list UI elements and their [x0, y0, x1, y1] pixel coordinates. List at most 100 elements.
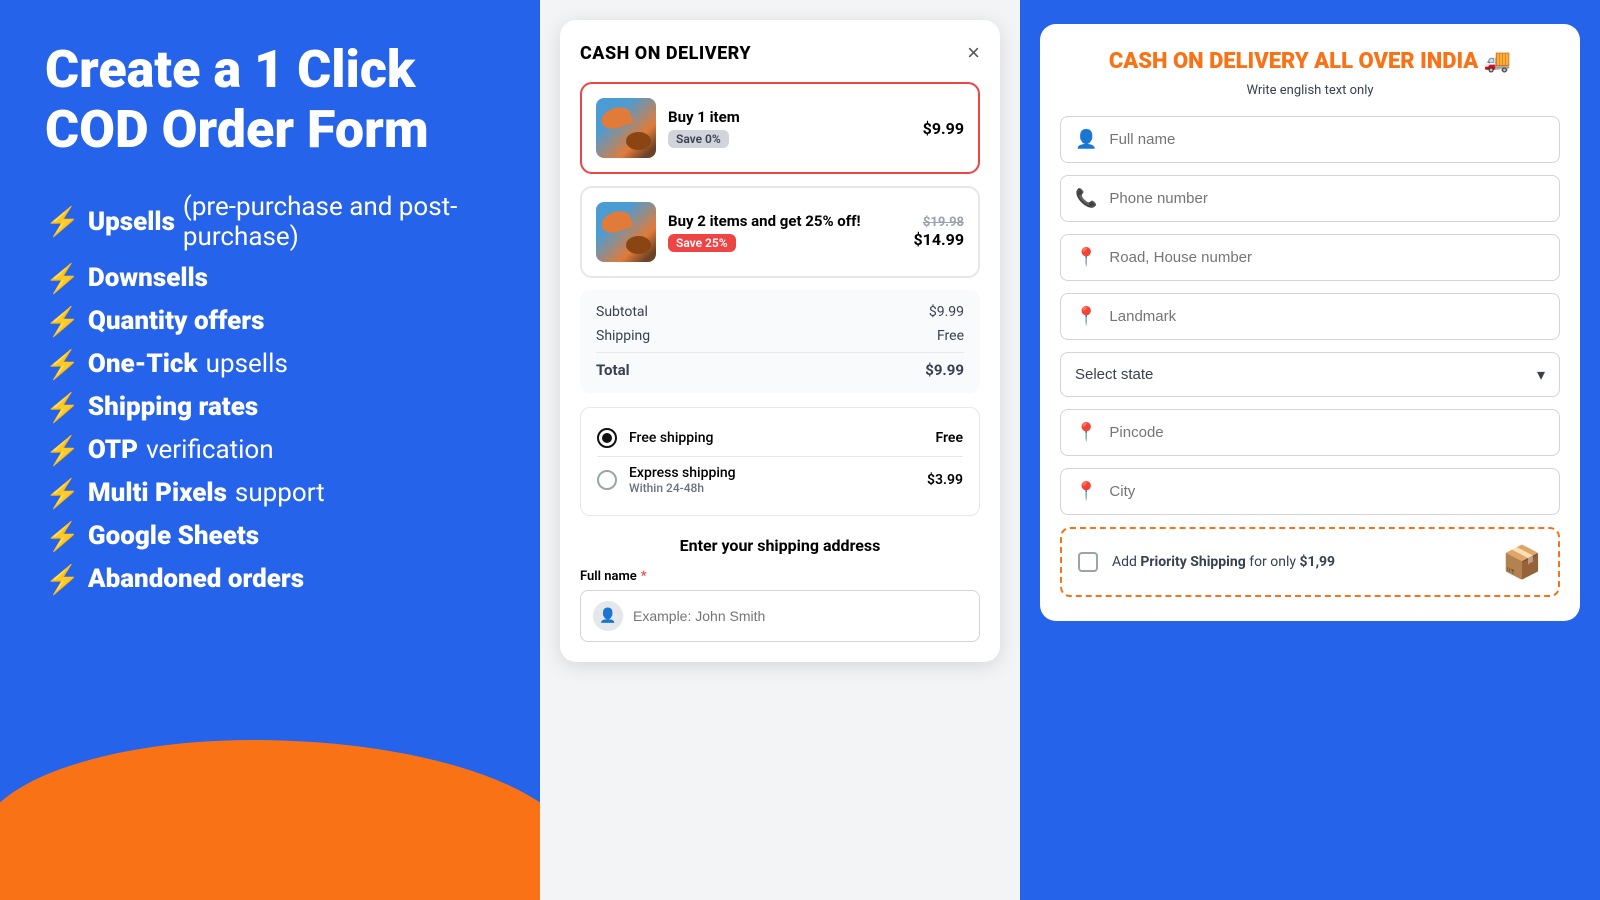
- save-badge-2: Save 25%: [668, 234, 736, 252]
- feature-pixels: ⚡ Multi Pixels support: [45, 477, 495, 510]
- summary-total: Total $9.99: [596, 352, 964, 379]
- priority-checkbox[interactable]: [1078, 552, 1098, 572]
- feature-bold: Quantity offers: [88, 306, 265, 336]
- feature-downsells: ⚡ Downsells: [45, 262, 495, 295]
- city-input[interactable]: [1109, 483, 1545, 500]
- shipping-sublabel: Within 24-48h: [629, 481, 915, 495]
- shipping-express-name: Express shipping: [629, 465, 736, 481]
- road-field[interactable]: 📍: [1060, 234, 1560, 281]
- pincode-field[interactable]: 📍: [1060, 409, 1560, 456]
- phone-field[interactable]: 📞: [1060, 175, 1560, 222]
- address-title: Enter your shipping address: [580, 536, 980, 555]
- product-price-1: $9.99: [923, 119, 964, 138]
- close-button[interactable]: ×: [967, 40, 980, 66]
- phone-input[interactable]: [1109, 190, 1545, 207]
- feature-bold: OTP: [88, 435, 138, 465]
- feature-bold: Shipping rates: [88, 392, 258, 422]
- location-icon: 📍: [1075, 422, 1097, 443]
- shipping-label-free: Free shipping: [629, 430, 924, 446]
- fullname-input[interactable]: [633, 608, 967, 624]
- shipping-options: Free shipping Free Express shipping With…: [580, 407, 980, 516]
- bolt-icon: ⚡: [45, 305, 80, 338]
- person-icon: 👤: [593, 601, 623, 631]
- total-value: $9.99: [925, 361, 964, 379]
- bolt-icon: ⚡: [45, 348, 80, 381]
- left-panel: Create a 1 Click COD Order Form ⚡ Upsell…: [0, 0, 540, 900]
- radio-free[interactable]: [597, 428, 617, 448]
- feature-otp: ⚡ OTP verification: [45, 434, 495, 467]
- shipping-price-express: $3.99: [927, 472, 963, 488]
- bolt-icon: ⚡: [45, 563, 80, 596]
- feature-quantity: ⚡ Quantity offers: [45, 305, 495, 338]
- landmark-input[interactable]: [1109, 308, 1545, 325]
- priority-shipping-box[interactable]: Add Priority Shipping for only $1,99 📦: [1060, 527, 1560, 597]
- modal-title: CASH ON DELIVERY: [580, 43, 751, 64]
- cod-card: CASH ON DELIVERY ALL OVER INDIA 🚚 Write …: [1040, 24, 1580, 621]
- feature-bold: Downsells: [88, 263, 208, 293]
- priority-text: Add Priority Shipping for only $1,99: [1112, 554, 1488, 570]
- save-badge-1: Save 0%: [668, 130, 729, 148]
- fullname-label: Full name *: [580, 569, 980, 584]
- phone-icon: 📞: [1075, 188, 1097, 209]
- feature-normal: support: [235, 478, 325, 508]
- road-input[interactable]: [1109, 249, 1545, 266]
- cod-modal: CASH ON DELIVERY × Buy 1 item Save 0% $9…: [560, 20, 1000, 662]
- feature-normal: verification: [146, 435, 274, 465]
- shipping-value: Free: [937, 328, 964, 344]
- bolt-icon: ⚡: [45, 520, 80, 553]
- features-list: ⚡ Upsells (pre-purchase and post-purchas…: [45, 192, 495, 606]
- feature-upsells: ⚡ Upsells (pre-purchase and post-purchas…: [45, 192, 495, 252]
- product-option-2[interactable]: Buy 2 items and get 25% off! Save 25% $1…: [580, 186, 980, 278]
- feature-shipping: ⚡ Shipping rates: [45, 391, 495, 424]
- feature-onetick: ⚡ One-Tick upsells: [45, 348, 495, 381]
- shipping-option-free[interactable]: Free shipping Free: [597, 420, 963, 457]
- person-icon: 👤: [1075, 129, 1097, 150]
- bolt-icon: ⚡: [45, 434, 80, 467]
- product-price-2: $19.98 $14.99: [913, 215, 964, 249]
- product-option-1[interactable]: Buy 1 item Save 0% $9.99: [580, 82, 980, 174]
- shipping-price-free: Free: [936, 430, 964, 446]
- feature-bold: One-Tick: [88, 349, 198, 379]
- cod-card-title: CASH ON DELIVERY ALL OVER INDIA 🚚: [1060, 48, 1560, 77]
- location-icon: 📍: [1075, 481, 1097, 502]
- middle-panel: CASH ON DELIVERY × Buy 1 item Save 0% $9…: [540, 0, 1020, 900]
- feature-bold: Abandoned orders: [88, 564, 304, 594]
- bolt-icon: ⚡: [45, 477, 80, 510]
- bolt-icon: ⚡: [45, 391, 80, 424]
- priority-price: $1,99: [1300, 554, 1336, 570]
- fullname-right-input[interactable]: [1109, 131, 1545, 148]
- product-label-2: Buy 2 items and get 25% off!: [668, 212, 901, 230]
- shipping-label-express: Express shipping Within 24-48h: [629, 465, 915, 495]
- city-field[interactable]: 📍: [1060, 468, 1560, 515]
- subtotal-value: $9.99: [929, 304, 964, 320]
- pincode-input[interactable]: [1109, 424, 1545, 441]
- shipping-option-express[interactable]: Express shipping Within 24-48h $3.99: [597, 457, 963, 503]
- state-select[interactable]: Select state Andhra Pradesh Delhi Gujara…: [1075, 366, 1525, 383]
- feature-sheets: ⚡ Google Sheets: [45, 520, 495, 553]
- product-image-2: [596, 202, 656, 262]
- priority-icon: 📦: [1502, 543, 1542, 581]
- priority-bold: Priority Shipping: [1140, 554, 1245, 570]
- fullname-input-wrapper[interactable]: 👤: [580, 590, 980, 642]
- product-info-2: Buy 2 items and get 25% off! Save 25%: [668, 212, 901, 252]
- summary-subtotal: Subtotal $9.99: [596, 304, 964, 320]
- feature-bold: Upsells: [88, 207, 175, 237]
- shipping-label: Shipping: [596, 328, 650, 344]
- radio-express[interactable]: [597, 470, 617, 490]
- total-label: Total: [596, 361, 630, 379]
- location-icon: 📍: [1075, 306, 1097, 327]
- bolt-icon: ⚡: [45, 205, 80, 238]
- new-price-2: $14.99: [913, 230, 964, 249]
- fullname-field[interactable]: 👤: [1060, 116, 1560, 163]
- modal-header: CASH ON DELIVERY ×: [580, 40, 980, 66]
- right-panel: CASH ON DELIVERY ALL OVER INDIA 🚚 Write …: [1020, 0, 1600, 900]
- required-marker: *: [641, 569, 647, 584]
- feature-abandoned: ⚡ Abandoned orders: [45, 563, 495, 596]
- feature-bold: Multi Pixels: [88, 478, 227, 508]
- order-summary: Subtotal $9.99 Shipping Free Total $9.99: [580, 290, 980, 393]
- main-title: Create a 1 Click COD Order Form: [45, 40, 495, 160]
- state-select-wrapper[interactable]: Select state Andhra Pradesh Delhi Gujara…: [1060, 352, 1560, 397]
- feature-bold: Google Sheets: [88, 521, 259, 551]
- product-info-1: Buy 1 item Save 0%: [668, 108, 911, 148]
- landmark-field[interactable]: 📍: [1060, 293, 1560, 340]
